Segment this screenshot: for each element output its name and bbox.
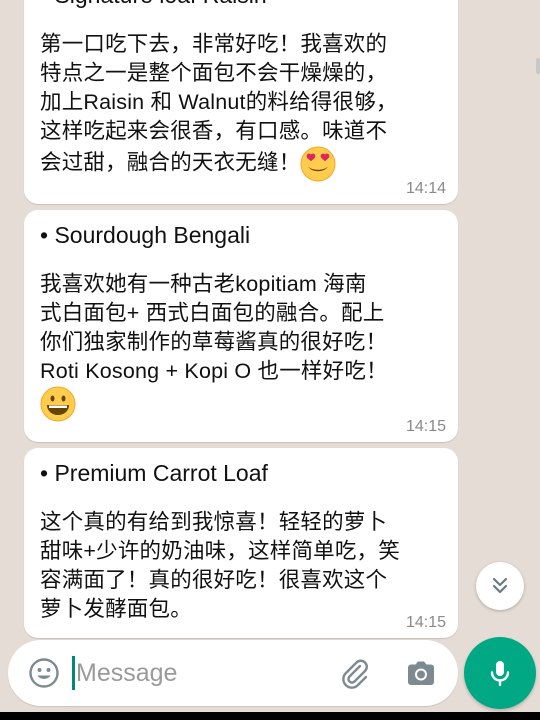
- message-title: • Sourdough Bengali: [40, 222, 251, 248]
- scrollbar[interactable]: [536, 58, 540, 74]
- message-composer: [8, 640, 458, 706]
- system-nav-bar: [0, 712, 540, 720]
- voice-message-button[interactable]: [464, 637, 536, 709]
- smiley-icon[interactable]: [28, 657, 60, 689]
- message-timestamp: 14:15: [405, 614, 446, 631]
- message-text: 第一口吃下去，非常好吃！我喜欢的 特点之一是整个面包不会干燥燥的， 加上Rais…: [40, 32, 398, 175]
- message-bubble[interactable]: • Sourdough Bengali 我喜欢她有一种古老kopitiam 海南…: [24, 210, 458, 442]
- message-timestamp: 14:14: [405, 180, 446, 197]
- chat-area: • Signature loaf Raisin 第一口吃下去，非常好吃！我喜欢的…: [0, 0, 540, 640]
- message-timestamp: 14:15: [405, 418, 446, 435]
- message-input[interactable]: [76, 654, 316, 692]
- text-caret: [72, 656, 75, 690]
- message-bubble[interactable]: • Premium Carrot Loaf 这个真的有给到我惊喜！轻轻的萝卜 甜…: [24, 448, 458, 638]
- heart-eyes-emoji-icon: [300, 146, 336, 182]
- message-title: • Premium Carrot Loaf: [40, 460, 268, 486]
- microphone-icon: [490, 661, 510, 687]
- paperclip-icon[interactable]: [338, 656, 372, 690]
- grinning-emoji-icon: [40, 386, 76, 422]
- message-text: 我喜欢她有一种古老kopitiam 海南 式白面包+ 西式白面包的融合。配上 你…: [40, 272, 388, 383]
- scroll-to-bottom-button[interactable]: [476, 562, 524, 610]
- message-bubble[interactable]: • Signature loaf Raisin 第一口吃下去，非常好吃！我喜欢的…: [24, 0, 458, 204]
- camera-icon[interactable]: [404, 656, 438, 690]
- message-title: • Signature loaf Raisin: [40, 0, 442, 10]
- double-chevron-down-icon: [492, 577, 508, 594]
- message-text: 这个真的有给到我惊喜！轻轻的萝卜 甜味+少许的奶油味，这样简单吃，笑 容满面了！…: [40, 510, 400, 621]
